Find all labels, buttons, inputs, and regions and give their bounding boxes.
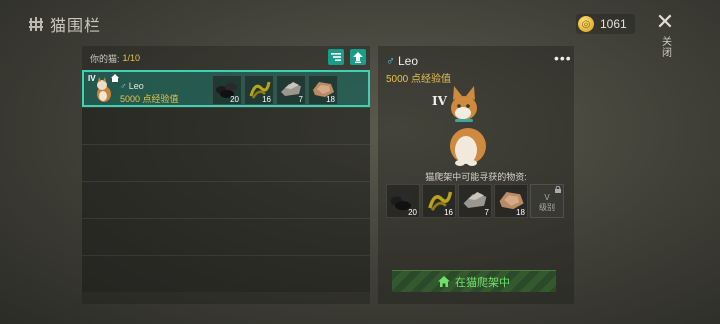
home-icon: [111, 74, 119, 82]
arrow-up-icon: [353, 51, 363, 63]
detail-loot-slot[interactable]: 20: [386, 184, 420, 218]
cat-row[interactable]: IV ♂ Leo 5000 点经验值 20 16 7 18: [82, 70, 370, 107]
cat-list-header: 你的猫: 1/10: [82, 46, 370, 70]
cat-detail-panel: ♂ Leo 5000 点经验值 ••• IV 猫爬架中可能寻获的物资: 20 16…: [378, 46, 574, 304]
home-icon: [438, 276, 450, 287]
cat-name-line: ♂ Leo: [120, 81, 144, 91]
close-icon[interactable]: ✕: [656, 11, 674, 33]
item-qty: 20: [408, 208, 417, 217]
cat-count: 1/10: [122, 53, 141, 63]
loot-slot[interactable]: 18: [308, 75, 338, 105]
cat-list-panel: 你的猫: 1/10 IV ♂ Leo 5000 点经验值 20 16 7 18: [82, 46, 370, 304]
locked-slot-text: V 级别: [531, 193, 563, 213]
coin-value: 1061: [600, 17, 627, 31]
item-qty: 7: [484, 208, 489, 217]
loot-slot[interactable]: 16: [244, 75, 274, 105]
cat-portrait-icon: [450, 86, 486, 166]
close-label: 关闭: [659, 36, 671, 58]
cat-exp: 5000 点经验值: [120, 94, 179, 104]
item-qty: 7: [298, 95, 303, 104]
detail-name-line: ♂ Leo: [386, 54, 418, 68]
loot-label: 猫爬架中可能寻获的物资:: [425, 172, 527, 182]
item-qty: 16: [262, 95, 271, 104]
item-qty: 18: [326, 95, 335, 104]
detail-loot-slot[interactable]: 7: [458, 184, 492, 218]
loot-slot[interactable]: 7: [276, 75, 306, 105]
in-cat-tree-label: 在猫爬架中: [455, 276, 510, 289]
empty-cat-row: [82, 107, 370, 144]
empty-cat-row: [82, 144, 370, 181]
locked-level: V: [544, 193, 550, 202]
lock-icon: [555, 186, 561, 193]
locked-loot-slot[interactable]: V 级别: [530, 184, 564, 218]
empty-cat-row: [82, 218, 370, 255]
male-icon: ♂: [386, 54, 395, 68]
upgrade-button[interactable]: [350, 49, 366, 65]
detail-cat-name: Leo: [398, 54, 419, 68]
in-cat-tree-button[interactable]: 在猫爬架中: [392, 270, 556, 292]
coin-counter: ◎ 1061: [576, 14, 635, 34]
fence-icon: [29, 17, 43, 31]
detail-exp: 5000 点经验值: [386, 74, 452, 85]
page-title: 猫围栏: [50, 18, 102, 35]
item-qty: 20: [230, 95, 239, 104]
cat-name: Leo: [128, 81, 144, 91]
item-qty: 18: [516, 208, 525, 217]
loot-slot[interactable]: 20: [212, 75, 242, 105]
title-group: 猫围栏: [28, 12, 101, 36]
your-cats-label: 你的猫:: [90, 53, 120, 64]
male-icon: ♂: [120, 81, 127, 91]
detail-loot-slot[interactable]: 18: [494, 184, 528, 218]
locked-level-label: 级别: [539, 203, 555, 212]
coin-icon: ◎: [578, 16, 594, 32]
detail-loot-slot[interactable]: 16: [422, 184, 456, 218]
top-bar: 猫围栏 ◎ 1061 ✕ 关闭: [0, 0, 720, 58]
empty-cat-row: [82, 255, 370, 292]
close-button[interactable]: ✕ 关闭: [652, 11, 678, 59]
item-qty: 16: [444, 208, 453, 217]
more-options-icon[interactable]: •••: [554, 50, 572, 66]
empty-cat-row: [82, 181, 370, 218]
sort-button[interactable]: [328, 49, 344, 65]
sort-icon: [331, 53, 341, 61]
